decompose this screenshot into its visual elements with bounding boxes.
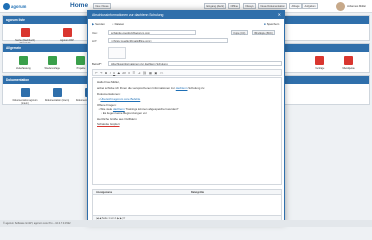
- topbar-button-tasks[interactable]: Aufgaben: [302, 3, 319, 9]
- from-label: Von:: [92, 31, 98, 35]
- calendar-icon: [47, 56, 57, 65]
- email-dialog: Abschlussinformationen zur dachlenn Schu…: [87, 10, 285, 224]
- clock-icon: [18, 56, 28, 65]
- status-footer: © agorum Software GmbH, agorum core Pro …: [0, 220, 372, 227]
- topbar-button-offline[interactable]: Offline: [228, 3, 241, 9]
- close-icon[interactable]: ✕: [278, 11, 281, 19]
- folder-icon: [76, 56, 86, 65]
- list-icon[interactable]: ☰: [133, 71, 136, 75]
- agorum-logo[interactable]: agorum: [3, 2, 26, 10]
- avatar[interactable]: [336, 2, 345, 11]
- subject-field[interactable]: Abschlussinformationen zur dachlenn Schu…: [108, 60, 282, 66]
- to-field[interactable]: <christy.mueller@mailoffline.com>: [108, 37, 228, 43]
- email-body-editor[interactable]: Hallo Frau Müller, anbei schicke ich Ihn…: [92, 77, 282, 185]
- recipient-list[interactable]: [108, 47, 126, 59]
- indent-icon[interactable]: ⇥: [138, 71, 141, 75]
- table-icon[interactable]: ▦: [149, 71, 152, 75]
- bcc-button[interactable]: Blindkopie (BCC): [252, 29, 276, 35]
- subject-label: Betreff*:: [92, 62, 103, 66]
- document-icon: [52, 88, 62, 97]
- strikethrough-icon[interactable]: S: [118, 71, 120, 75]
- attachments-table: Anzeigename Dateigröße |◀ ◀ Seite 1 von …: [92, 189, 282, 221]
- cc-button[interactable]: Kopie (CC): [231, 29, 248, 35]
- new-button[interactable]: Neu / Neue: [93, 3, 112, 9]
- agorum-logo-icon: [3, 2, 10, 10]
- docs-link[interactable]: Übersicht agorum core Befehle: [100, 97, 140, 101]
- underline-icon[interactable]: U: [113, 71, 115, 75]
- tile-doc-intern[interactable]: Dokumentation (intern): [43, 88, 71, 105]
- topbar-button-new-doc[interactable]: Neue Dokumentation: [258, 3, 288, 9]
- tile-doc-agorum[interactable]: Dokumentation agorum (intern): [11, 88, 39, 105]
- tile-time-tracking[interactable]: Zeiterfassung: [11, 56, 36, 70]
- house-icon: [344, 56, 354, 65]
- contract-icon: [315, 56, 325, 65]
- save-icon: ■: [264, 22, 266, 26]
- bold-icon[interactable]: B: [105, 71, 107, 75]
- italic-icon[interactable]: I: [110, 71, 111, 75]
- from-field[interactable]: schalotte.goepfert@agorum.com: [108, 29, 196, 35]
- source-code-icon[interactable]: <>: [160, 71, 164, 75]
- to-label: An*:: [92, 39, 98, 43]
- dialog-title: Abschlussinformationen zur dachlenn Schu…: [92, 13, 164, 17]
- topbar-button-inbox[interactable]: Eingang (deck): [204, 3, 227, 9]
- document-icon: [20, 88, 30, 97]
- tile-rental-objects[interactable]: Mietobjekte: [336, 56, 361, 70]
- link-icon[interactable]: ⛓: [143, 71, 147, 75]
- column-header-name[interactable]: Anzeigename: [93, 190, 188, 194]
- page-title: Home: [70, 2, 89, 9]
- undo-icon[interactable]: ↶: [95, 71, 98, 75]
- topbar-button-filesys[interactable]: Filesys: [243, 3, 257, 9]
- signature-line: Schalotte Göpfert: [97, 121, 120, 126]
- redo-icon[interactable]: ↷: [100, 71, 103, 75]
- dialog-title-bar[interactable]: Abschlussinformationen zur dachlenn Schu…: [88, 11, 284, 19]
- brand-name: agorum: [11, 3, 27, 9]
- tile-contracts[interactable]: Verträge: [307, 56, 332, 70]
- image-icon[interactable]: ▣: [154, 71, 157, 75]
- paperclip-icon: ⌕: [112, 22, 114, 26]
- save-button[interactable]: ■ Speichern: [264, 22, 279, 26]
- attach-button[interactable]: ⌕ Dateien: [112, 22, 124, 26]
- editor-toolbar: ↶ ↷ B I U S A▾ ≡ ☰ ⇥ ⛓ ▦ ▣ <>: [92, 69, 282, 76]
- send-button[interactable]: ▶ Senden: [92, 22, 105, 26]
- topbar-button-ablage[interactable]: Ablage: [289, 3, 303, 9]
- tile-resubmission[interactable]: Wiedervorlage: [40, 56, 65, 70]
- text-color-icon[interactable]: A▾: [122, 71, 126, 75]
- search-doc-icon: [20, 28, 30, 37]
- column-header-size[interactable]: Dateigröße: [188, 190, 204, 194]
- user-name[interactable]: Johannes Müller: [347, 5, 366, 8]
- send-icon: ▶: [92, 22, 95, 26]
- pap-icon: [62, 28, 72, 37]
- align-icon[interactable]: ≡: [128, 71, 130, 75]
